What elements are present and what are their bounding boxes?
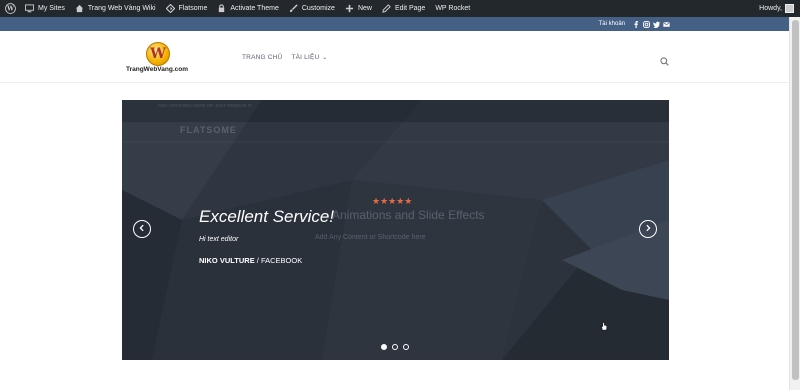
site-header: W TrangWebVang.com TRANG CHỦ TÀI LIỆU ⌄ bbox=[0, 31, 800, 83]
nav-item-documents-label: TÀI LIỆU bbox=[291, 54, 320, 61]
avatar bbox=[785, 4, 794, 13]
author-name: NIKO VULTURE bbox=[199, 256, 255, 265]
testimonial-slider: ADD ANYTHING HERE OR JUST REMOVE IT... F… bbox=[122, 100, 669, 360]
chevron-right-icon bbox=[644, 224, 652, 235]
main-nav: TRANG CHỦ TÀI LIỆU ⌄ bbox=[242, 54, 328, 61]
ghost-slide-title: Animations and Slide Effects bbox=[332, 208, 485, 222]
chevron-down-icon: ⌄ bbox=[320, 55, 328, 61]
site-name-menu[interactable]: Trang Web Vàng Wiki bbox=[70, 0, 161, 17]
flatsome-menu[interactable]: Flatsome bbox=[161, 0, 213, 17]
logo-letter: W bbox=[150, 46, 166, 62]
testimonial-author: NIKO VULTURE / FACEBOOK bbox=[199, 256, 302, 265]
edit-page-menu[interactable]: Edit Page bbox=[377, 0, 430, 17]
my-sites-label: My Sites bbox=[38, 5, 65, 12]
facebook-icon[interactable] bbox=[633, 21, 639, 28]
plus-icon bbox=[345, 4, 354, 13]
slider-next-button[interactable] bbox=[639, 220, 657, 238]
account-link[interactable]: Tài khoản bbox=[599, 21, 625, 27]
author-source: / FACEBOOK bbox=[254, 256, 303, 265]
home-icon bbox=[75, 4, 84, 13]
top-bar: Tài khoản bbox=[0, 17, 800, 31]
slider-dot-2[interactable] bbox=[392, 344, 398, 350]
ghost-logo-text: FLATSOME bbox=[180, 125, 237, 135]
pencil-icon bbox=[382, 4, 391, 13]
logo-emblem: W bbox=[146, 42, 170, 66]
logo-text: TrangWebVang.com bbox=[125, 66, 188, 73]
brush-icon bbox=[289, 4, 298, 13]
edit-page-label: Edit Page bbox=[394, 5, 426, 12]
ghost-slide-subtitle: Add Any Content or Shortcode here bbox=[315, 234, 426, 241]
flatsome-icon bbox=[165, 3, 175, 14]
my-sites-menu[interactable]: My Sites bbox=[20, 0, 70, 17]
page-scrollbar[interactable] bbox=[789, 17, 800, 390]
instagram-icon[interactable] bbox=[643, 21, 650, 28]
my-sites-icon bbox=[25, 4, 34, 13]
site-name-label: Trang Web Vàng Wiki bbox=[87, 5, 156, 12]
testimonial-text: Hi text editor bbox=[199, 236, 239, 243]
social-icons bbox=[633, 21, 670, 29]
ghost-topbar-text: ADD ANYTHING HERE OR JUST REMOVE IT... bbox=[158, 103, 256, 108]
nav-item-documents[interactable]: TÀI LIỆU ⌄ bbox=[291, 54, 327, 61]
flatsome-label: Flatsome bbox=[178, 5, 208, 12]
slider-dot-3[interactable] bbox=[403, 344, 409, 350]
nav-item-home[interactable]: TRANG CHỦ bbox=[242, 54, 282, 61]
site-logo[interactable]: W TrangWebVang.com bbox=[122, 40, 192, 76]
my-account-menu[interactable]: Howdy, bbox=[754, 0, 800, 17]
lock-icon bbox=[217, 4, 226, 13]
svg-text:W: W bbox=[6, 6, 14, 13]
slider-dots bbox=[381, 344, 409, 350]
email-icon[interactable] bbox=[663, 21, 670, 27]
howdy-label: Howdy, bbox=[759, 5, 782, 12]
search-icon[interactable] bbox=[660, 53, 669, 66]
wp-rocket-label: WP Rocket bbox=[435, 5, 471, 12]
wordpress-logo-icon[interactable]: W bbox=[0, 0, 20, 17]
slider-dot-1[interactable] bbox=[381, 344, 387, 350]
slider-prev-button[interactable] bbox=[133, 220, 151, 238]
new-menu[interactable]: New bbox=[340, 0, 377, 17]
chevron-left-icon bbox=[138, 224, 146, 235]
hand-cursor-icon bbox=[600, 318, 608, 331]
ghost-nav-bar: FLATSOME bbox=[122, 122, 669, 142]
customize-menu[interactable]: Customize bbox=[284, 0, 340, 17]
customize-label: Customize bbox=[301, 5, 335, 12]
wp-rocket-menu[interactable]: WP Rocket bbox=[430, 0, 475, 17]
rating-stars: ★★★★★ bbox=[372, 196, 413, 206]
new-label: New bbox=[357, 5, 372, 12]
activate-theme-menu[interactable]: Activate Theme bbox=[212, 0, 284, 17]
wp-admin-bar: W My Sites Trang Web Vàng Wiki Flatsome … bbox=[0, 0, 800, 17]
scrollbar-thumb[interactable] bbox=[792, 20, 799, 380]
testimonial-title: Excellent Service! bbox=[199, 207, 335, 226]
activate-theme-label: Activate Theme bbox=[230, 5, 279, 12]
twitter-icon[interactable] bbox=[653, 21, 660, 29]
